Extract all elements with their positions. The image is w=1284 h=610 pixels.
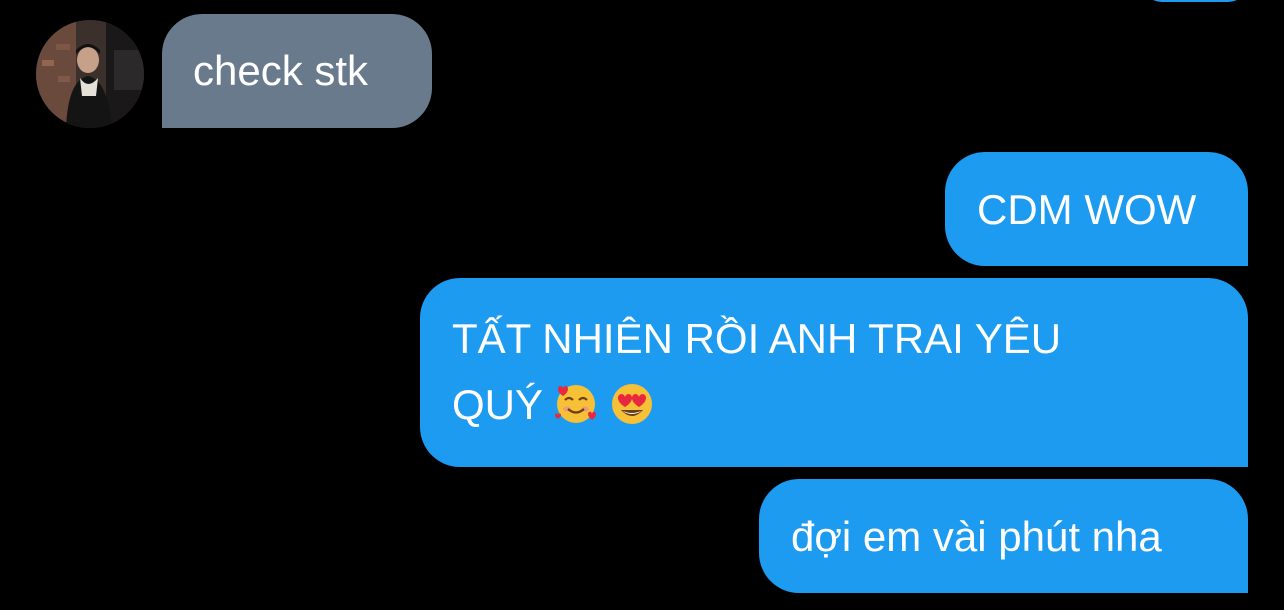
sent-message-text: đợi em vài phút nha [791, 513, 1162, 560]
heart-eyes-icon [609, 381, 655, 427]
sent-message-text: QUÝ [452, 381, 544, 428]
avatar-photo [36, 20, 144, 128]
contact-avatar[interactable] [36, 20, 144, 128]
received-message-text: check stk [193, 47, 369, 94]
sent-message-bubble[interactable]: đợi em vài phút nha [759, 479, 1248, 593]
chat-thread: check stk CDM WOW TẤT NHIÊN RỒI ANH TRAI… [0, 0, 1284, 610]
sent-message-text: CDM WOW [977, 186, 1197, 233]
sent-message-bubble[interactable]: TẤT NHIÊN RỒI ANH TRAI YÊU QUÝ [420, 278, 1248, 467]
sent-message-text-line-2: QUÝ [452, 372, 1248, 438]
sent-message-bubble[interactable]: CDM WOW [945, 152, 1248, 266]
received-message-bubble[interactable]: check stk [162, 14, 432, 128]
sent-message-text-line-1: TẤT NHIÊN RỒI ANH TRAI YÊU [452, 315, 1062, 362]
smiling-face-with-hearts-icon [553, 381, 599, 427]
previous-sent-bubble[interactable] [1142, 0, 1248, 2]
